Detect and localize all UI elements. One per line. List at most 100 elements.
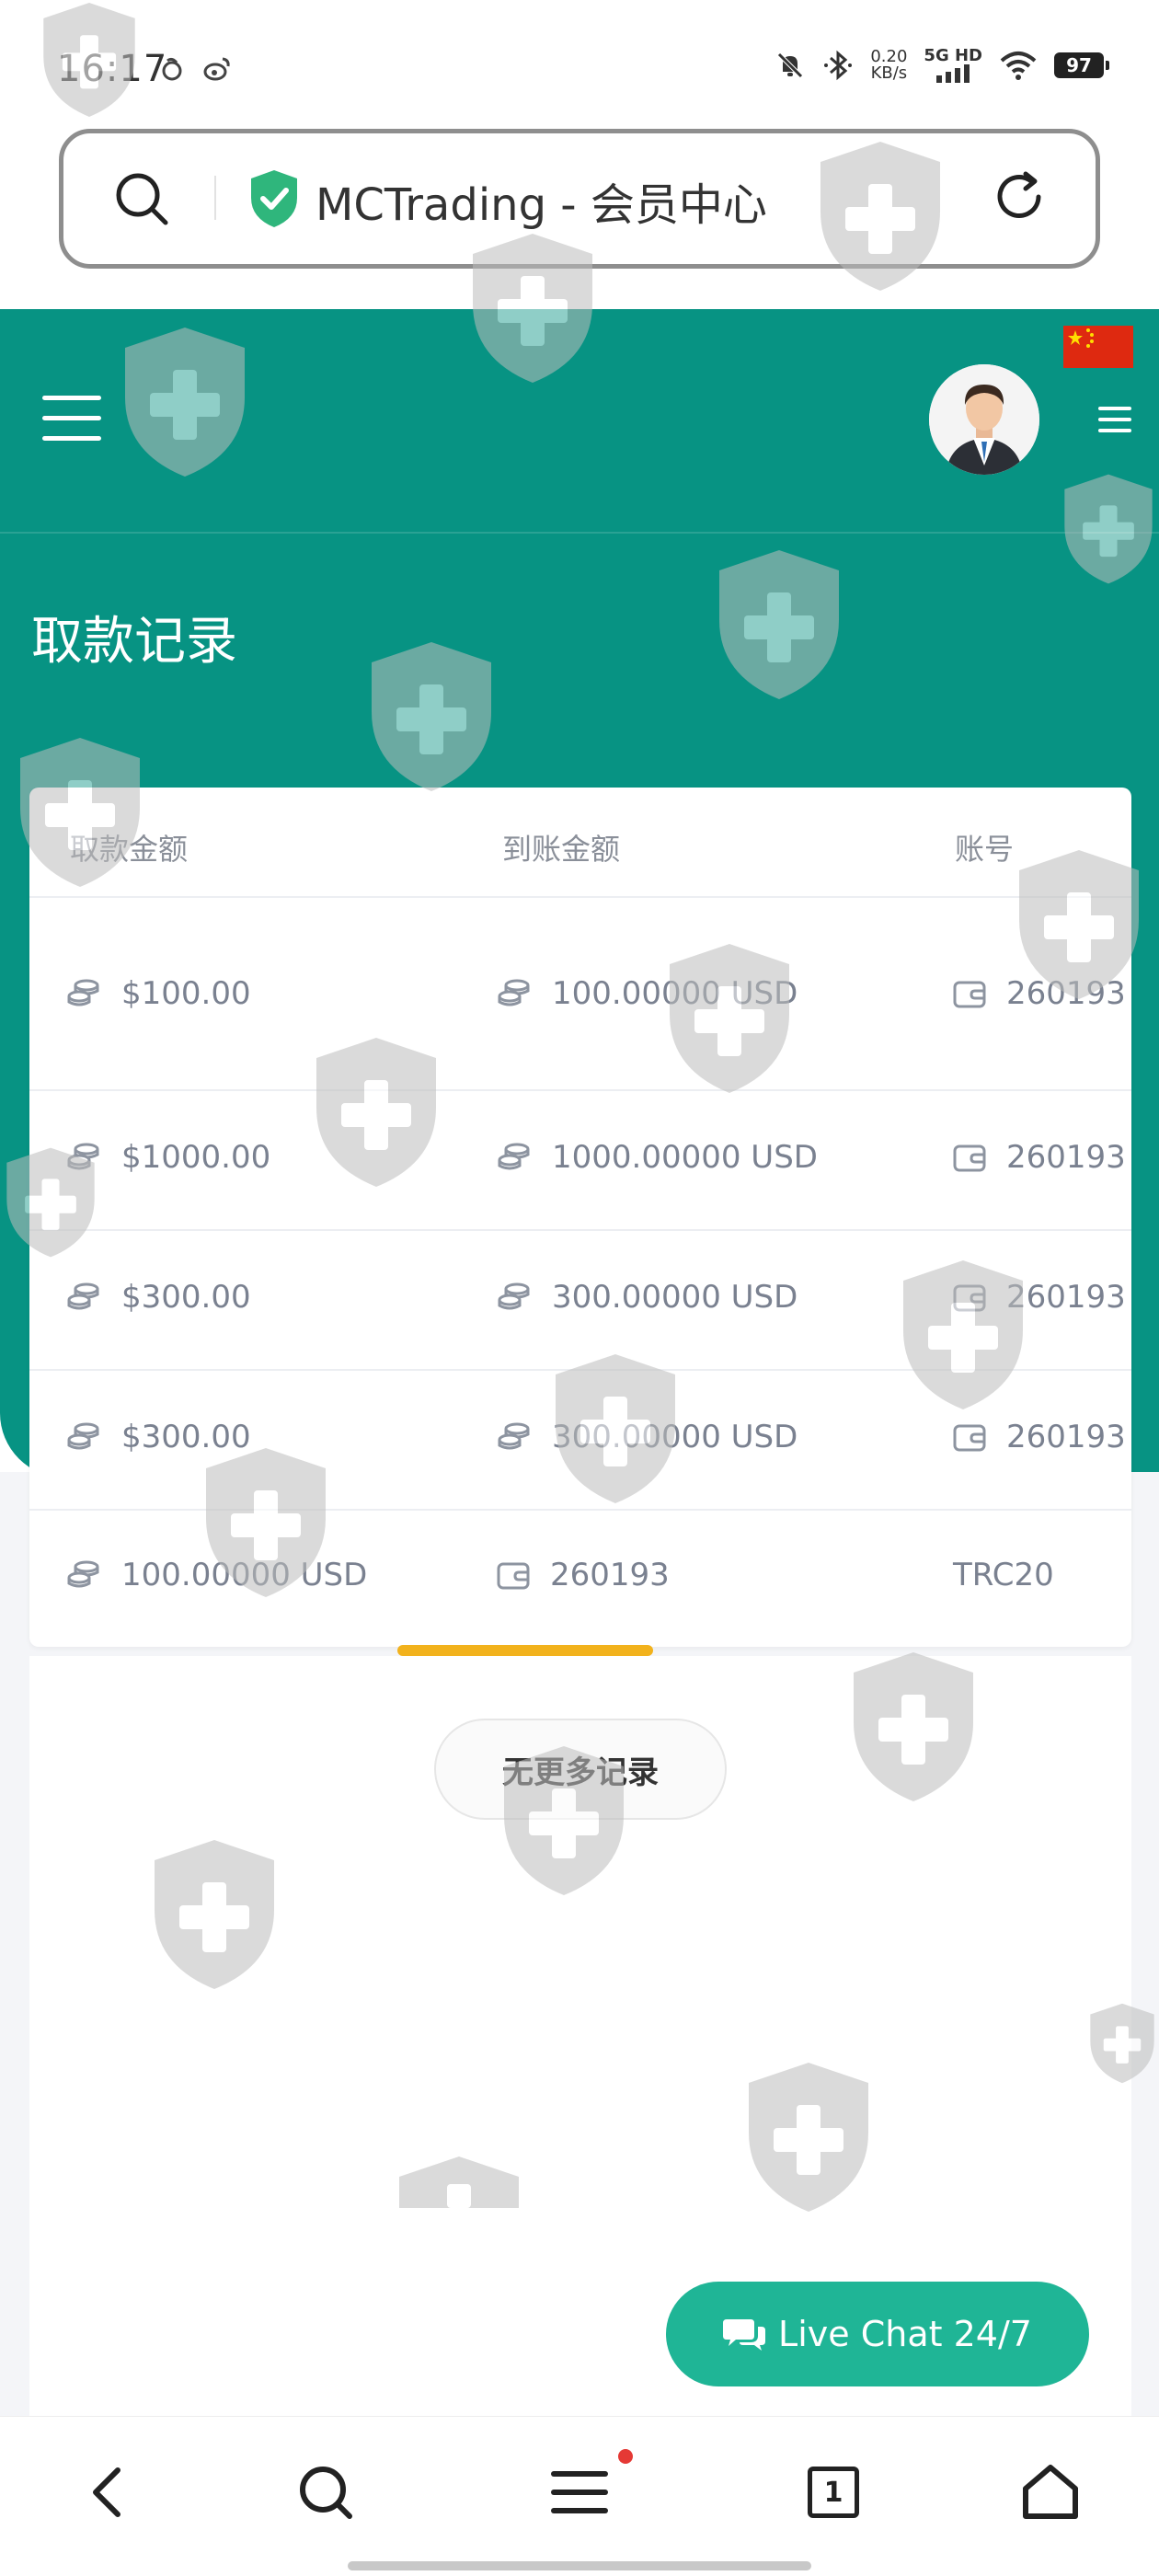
column-header-amount: 取款金额 (70, 832, 189, 867)
home-indicator[interactable] (348, 2561, 811, 2570)
account-cell: 260193 (953, 1139, 1126, 1176)
app-notification-icon (162, 57, 182, 81)
search-icon[interactable] (113, 170, 170, 227)
hamburger-line (42, 416, 101, 420)
amount-value: 100.00000 USD (121, 1557, 368, 1593)
tab-count: 1 (808, 2467, 859, 2518)
status-right: 0.20 KB/s 5G HD 97 (775, 48, 1109, 83)
amount-value: $300.00 (121, 1279, 251, 1316)
amount-cell: $1000.00 (66, 1139, 270, 1176)
status-time: 16:17 (57, 48, 168, 90)
account-value: TRC20 (953, 1557, 1054, 1593)
received-cell: 300.00000 USD (497, 1419, 798, 1455)
account-cell: TRC20 (953, 1557, 1054, 1593)
received-value: 100.00000 USD (552, 975, 798, 1012)
wallet-icon (953, 1284, 986, 1312)
amount-cell: $300.00 (66, 1419, 251, 1455)
signal-group: 5G HD (924, 48, 982, 83)
hamburger-line (42, 396, 101, 400)
received-cell: 300.00000 USD (497, 1279, 798, 1316)
wifi-icon (1000, 52, 1037, 80)
search-icon (300, 2467, 352, 2519)
reload-icon[interactable] (989, 167, 1050, 227)
amount-cell: $300.00 (66, 1279, 251, 1316)
status-bar: 16:17 0.20 KB/s 5G HD 97 (0, 0, 1159, 129)
received-cell: 100.00000 USD (497, 975, 798, 1012)
header-divider (0, 532, 1159, 534)
battery-indicator: 97 (1054, 52, 1109, 78)
coin-stack-icon (67, 979, 99, 1006)
column-header-received: 到账金额 (502, 832, 621, 867)
mute-bell-icon (777, 52, 804, 78)
chat-bubbles-icon (723, 2319, 766, 2351)
browser-nav-bar: 1 (0, 2416, 1159, 2576)
user-avatar-icon (929, 364, 1039, 475)
live-chat-label: Live Chat 24/7 (778, 2314, 1032, 2354)
wallet-icon (953, 981, 986, 1008)
amount-value: $300.00 (121, 1419, 251, 1455)
received-value: 300.00000 USD (552, 1419, 798, 1455)
coin-stack-icon (67, 1282, 99, 1310)
menu-icon[interactable] (1098, 407, 1131, 434)
network-speed: 0.20 KB/s (870, 49, 907, 82)
received-value: 1000.00000 USD (552, 1139, 818, 1176)
china-flag-icon[interactable] (1063, 326, 1133, 368)
home-icon (1023, 2465, 1078, 2519)
signal-icon (936, 64, 970, 83)
account-value: 260193 (1006, 1139, 1126, 1176)
menu-button[interactable] (543, 2455, 616, 2529)
coin-stack-icon (498, 1143, 530, 1170)
site-title[interactable]: MCTrading - 会员中心 (316, 168, 767, 233)
live-chat-button[interactable]: Live Chat 24/7 (666, 2282, 1089, 2386)
notification-dot (618, 2449, 633, 2464)
hamburger-menu-button[interactable] (42, 396, 101, 443)
secure-shield-icon (251, 170, 297, 227)
network-type: 5G HD (924, 46, 982, 65)
amount-cell: 100.00000 USD (66, 1557, 367, 1593)
table-row: $300.00 300.00000 USD 260193 (29, 1231, 1131, 1371)
address-divider (214, 176, 216, 220)
tabs-button[interactable]: 1 (797, 2455, 870, 2529)
bluetooth-icon (824, 50, 853, 81)
page-title: 取款记录 (31, 612, 237, 672)
chevron-left-icon (93, 2467, 120, 2517)
wallet-icon (953, 1144, 986, 1172)
amount-value: $1000.00 (121, 1139, 271, 1176)
wallet-icon (497, 1562, 530, 1590)
amount-value: $100.00 (121, 975, 251, 1012)
menu-line (1098, 407, 1131, 410)
account-cell: 260193 (953, 1419, 1126, 1455)
speed-unit: KB/s (870, 63, 908, 83)
menu-icon (551, 2471, 608, 2513)
hamburger-line (42, 436, 101, 441)
account-cell: 260193 (953, 1279, 1126, 1316)
received-cell: 1000.00000 USD (497, 1139, 818, 1176)
no-more-records-button[interactable]: 无更多记录 (434, 1719, 727, 1820)
address-bar[interactable]: MCTrading - 会员中心 (59, 129, 1100, 269)
wallet-icon (953, 1424, 986, 1452)
back-button[interactable] (70, 2455, 143, 2529)
status-notification-icons (158, 55, 232, 83)
account-value: 260193 (1006, 975, 1126, 1012)
table-row: 100.00000 USD 260193 TRC20 (29, 1511, 1131, 1647)
account-value: 260193 (1006, 1419, 1126, 1455)
received-value: 260193 (550, 1557, 670, 1593)
received-cell: 260193 (497, 1557, 670, 1593)
table-row: $300.00 300.00000 USD 260193 (29, 1371, 1131, 1511)
amount-cell: $100.00 (66, 975, 251, 1012)
coin-stack-icon (498, 1422, 530, 1450)
avatar[interactable] (929, 364, 1039, 475)
menu-line (1098, 429, 1131, 432)
coin-stack-icon (67, 1143, 99, 1170)
account-cell: 260193 (953, 975, 1126, 1012)
account-value: 260193 (1006, 1279, 1126, 1316)
coin-stack-icon (67, 1560, 99, 1588)
coin-stack-icon (67, 1422, 99, 1450)
column-header-account: 账号 (955, 832, 1015, 867)
table-row: $1000.00 1000.00000 USD 260193 (29, 1091, 1131, 1231)
menu-line (1098, 418, 1131, 421)
search-button[interactable] (289, 2455, 362, 2529)
coin-stack-icon (498, 979, 530, 1006)
horizontal-scroll-indicator[interactable] (397, 1645, 653, 1656)
home-button[interactable] (1014, 2455, 1087, 2529)
